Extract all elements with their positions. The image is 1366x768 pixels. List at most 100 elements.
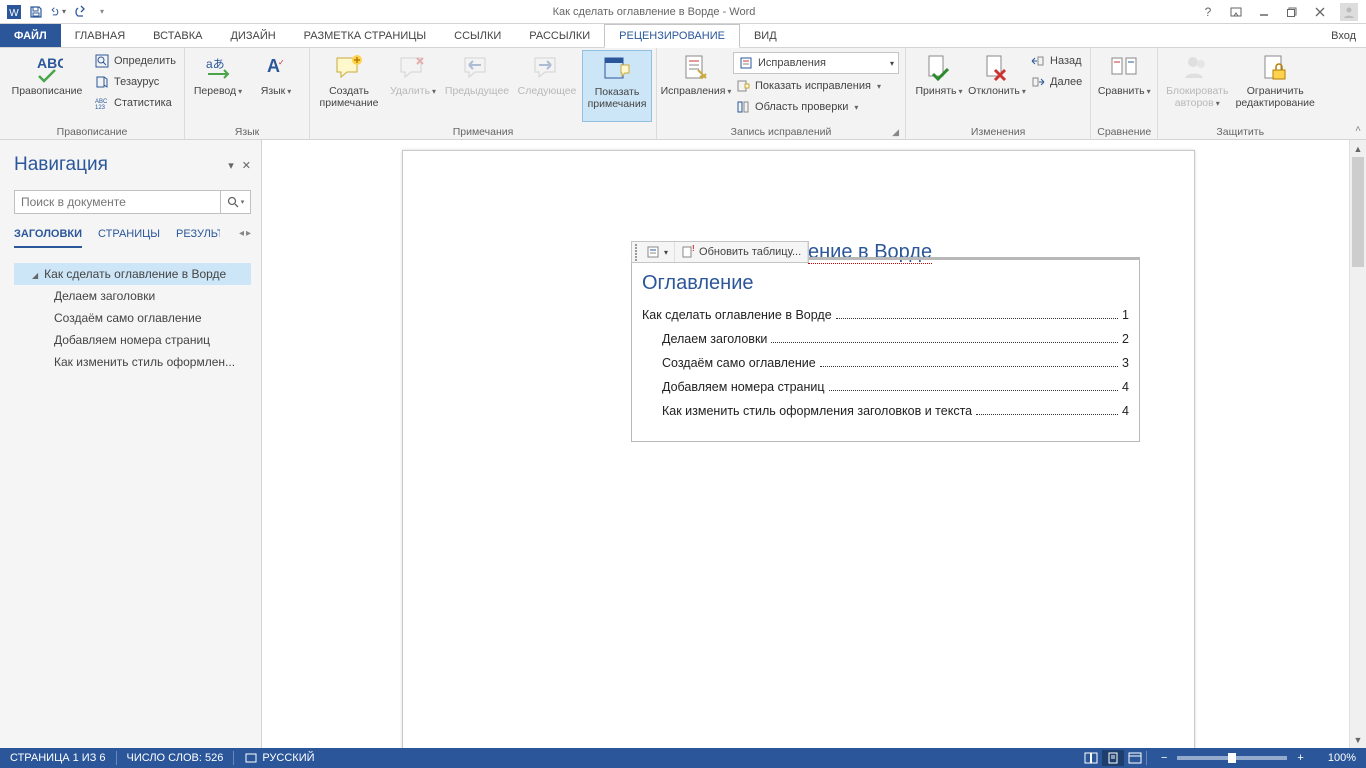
tab-references[interactable]: ССЫЛКИ bbox=[440, 24, 515, 47]
display-mode-icon bbox=[738, 55, 754, 71]
help-icon[interactable]: ? bbox=[1200, 4, 1216, 20]
scroll-down-icon[interactable]: ▼ bbox=[1350, 731, 1366, 748]
outline-item[interactable]: Создаём само оглавление bbox=[14, 307, 251, 329]
zoom-slider[interactable] bbox=[1177, 756, 1287, 760]
new-comment-button[interactable]: Создать примечание bbox=[314, 50, 384, 122]
outline-item[interactable]: Добавляем номера страниц bbox=[14, 329, 251, 351]
group-label-protect: Защитить bbox=[1162, 125, 1318, 139]
maximize-icon[interactable] bbox=[1284, 4, 1300, 20]
tab-file[interactable]: ФАЙЛ bbox=[0, 24, 61, 47]
forward-button[interactable]: Далее bbox=[1028, 73, 1084, 91]
toc-drag-handle[interactable] bbox=[632, 244, 640, 261]
zoom-in-button[interactable]: + bbox=[1293, 752, 1307, 764]
tab-insert[interactable]: ВСТАВКА bbox=[139, 24, 216, 47]
toc-gallery-button[interactable]: ▾ bbox=[640, 242, 675, 262]
display-mode-dropdown[interactable]: Исправления ▾ bbox=[733, 52, 899, 74]
user-avatar[interactable] bbox=[1340, 3, 1358, 21]
nav-close-icon[interactable]: ✕ bbox=[242, 159, 251, 172]
outline-item[interactable]: Как изменить стиль оформлен... bbox=[14, 351, 251, 373]
ribbon-options-icon[interactable] bbox=[1228, 4, 1244, 20]
outline-item[interactable]: Делаем заголовки bbox=[14, 285, 251, 307]
zoom-knob[interactable] bbox=[1228, 753, 1236, 763]
workspace: Навигация ▾ ✕ ▾ ЗАГОЛОВКИ СТРАНИЦЫ РЕЗУЛ… bbox=[0, 140, 1366, 748]
next-comment-icon bbox=[531, 52, 563, 84]
show-comments-button[interactable]: Показать примечания bbox=[582, 50, 652, 122]
scroll-thumb[interactable] bbox=[1352, 157, 1364, 267]
status-lang[interactable]: РУССКИЙ bbox=[234, 751, 324, 765]
window-title: Как сделать оглавление в Ворде - Word bbox=[116, 6, 1192, 18]
nav-tabs-scroll-right-icon[interactable]: ▸ bbox=[246, 228, 251, 248]
tab-view[interactable]: ВИД bbox=[740, 24, 791, 47]
wordcount-button[interactable]: ABC123 Статистика bbox=[92, 94, 178, 112]
nav-tab-pages[interactable]: СТРАНИЦЫ bbox=[98, 228, 160, 248]
close-icon[interactable] bbox=[1312, 4, 1328, 20]
nav-tabs-scroll-left-icon[interactable]: ◂ bbox=[239, 228, 244, 248]
nav-tab-headings[interactable]: ЗАГОЛОВКИ bbox=[14, 228, 82, 248]
chevron-down-icon: ▾ bbox=[664, 248, 668, 257]
table-of-contents[interactable]: Оглавление Как сделать оглавление в Ворд… bbox=[631, 257, 1140, 442]
sign-in[interactable]: Вход bbox=[1321, 24, 1366, 47]
define-icon bbox=[94, 53, 110, 69]
reject-button[interactable]: Отклонить bbox=[968, 50, 1026, 122]
translate-button[interactable]: aあ Перевод bbox=[189, 50, 247, 122]
language-icon: A✓ bbox=[260, 52, 292, 84]
view-web-button[interactable] bbox=[1124, 750, 1146, 766]
nav-options-icon[interactable]: ▾ bbox=[228, 159, 234, 172]
view-print-button[interactable] bbox=[1102, 750, 1124, 766]
group-compare: Сравнить Сравнение bbox=[1091, 48, 1158, 139]
zoom-out-button[interactable]: − bbox=[1157, 752, 1171, 764]
tab-home[interactable]: ГЛАВНАЯ bbox=[61, 24, 139, 47]
tab-mailings[interactable]: РАССЫЛКИ bbox=[515, 24, 604, 47]
forward-icon bbox=[1030, 74, 1046, 90]
compare-button[interactable]: Сравнить bbox=[1095, 50, 1153, 122]
vertical-scrollbar[interactable]: ▲ ▼ bbox=[1349, 140, 1366, 748]
track-changes-button[interactable]: Исправления bbox=[661, 50, 731, 122]
toc-row: Добавляем номера страниц4 bbox=[642, 375, 1129, 399]
window-controls: ? bbox=[1192, 3, 1366, 21]
undo-icon[interactable] bbox=[50, 4, 66, 20]
back-button[interactable]: Назад bbox=[1028, 52, 1084, 70]
status-bar: СТРАНИЦА 1 ИЗ 6 ЧИСЛО СЛОВ: 526 РУССКИЙ … bbox=[0, 748, 1366, 768]
new-comment-icon bbox=[333, 52, 365, 84]
minimize-icon[interactable] bbox=[1256, 4, 1272, 20]
status-wordcount[interactable]: ЧИСЛО СЛОВ: 526 bbox=[117, 752, 234, 764]
toc-title: Оглавление bbox=[642, 272, 1129, 295]
qat-customize-icon[interactable]: ▾ bbox=[94, 4, 110, 20]
document-page[interactable]: ение в Ворде ▾ ! Обновить таблицу... Огл… bbox=[402, 150, 1195, 748]
group-label-language: Язык bbox=[189, 125, 305, 139]
tab-layout[interactable]: РАЗМЕТКА СТРАНИЦЫ bbox=[290, 24, 440, 47]
review-pane-button[interactable]: Область проверки bbox=[733, 98, 899, 116]
back-icon bbox=[1030, 53, 1046, 69]
update-toc-button[interactable]: ! Обновить таблицу... bbox=[675, 242, 808, 262]
view-read-button[interactable] bbox=[1080, 750, 1102, 766]
block-authors-button[interactable]: Блокировать авторов bbox=[1162, 50, 1232, 122]
tab-design[interactable]: ДИЗАЙН bbox=[216, 24, 289, 47]
redo-icon[interactable] bbox=[72, 4, 88, 20]
scroll-track[interactable] bbox=[1350, 157, 1366, 731]
outline-item-h1[interactable]: Как сделать оглавление в Ворде bbox=[14, 263, 251, 285]
nav-search-input[interactable] bbox=[15, 191, 220, 213]
delete-comment-button[interactable]: Удалить bbox=[384, 50, 442, 122]
tab-review[interactable]: РЕЦЕНЗИРОВАНИЕ bbox=[604, 24, 740, 48]
status-page[interactable]: СТРАНИЦА 1 ИЗ 6 bbox=[0, 752, 116, 764]
word-app-icon: W bbox=[6, 4, 22, 20]
zoom-level[interactable]: 100% bbox=[1318, 752, 1366, 764]
next-comment-button[interactable]: Следующее bbox=[512, 50, 582, 122]
toc-leader bbox=[829, 390, 1119, 391]
accept-button[interactable]: Принять bbox=[910, 50, 968, 122]
document-area: ение в Ворде ▾ ! Обновить таблицу... Огл… bbox=[262, 140, 1366, 748]
dialog-launcher-icon[interactable]: ◢ bbox=[892, 127, 899, 138]
save-icon[interactable] bbox=[28, 4, 44, 20]
collapse-ribbon-icon[interactable]: ˄ bbox=[1350, 48, 1366, 139]
spelling-button[interactable]: ABC Правописание bbox=[4, 50, 90, 122]
thesaurus-button[interactable]: Тезаурус bbox=[92, 73, 178, 91]
navigation-title: Навигация bbox=[14, 154, 108, 176]
language-button[interactable]: A✓ Язык bbox=[247, 50, 305, 122]
nav-tab-results[interactable]: РЕЗУЛЬТАТЫ bbox=[176, 228, 220, 248]
show-markup-button[interactable]: Показать исправления bbox=[733, 77, 899, 95]
scroll-up-icon[interactable]: ▲ bbox=[1350, 140, 1366, 157]
restrict-editing-button[interactable]: Ограничить редактирование bbox=[1232, 50, 1318, 122]
nav-search-button[interactable]: ▾ bbox=[220, 191, 250, 213]
define-button[interactable]: Определить bbox=[92, 52, 178, 70]
prev-comment-button[interactable]: Предыдущее bbox=[442, 50, 512, 122]
